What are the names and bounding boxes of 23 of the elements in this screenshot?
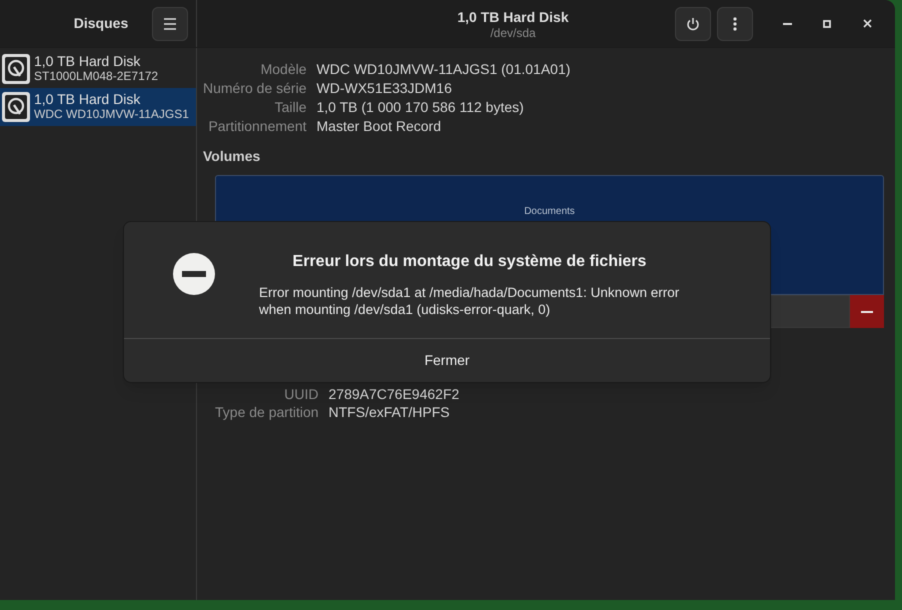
disk-name: 1,0 TB Hard Disk xyxy=(34,92,142,107)
property-value: Master Boot Record xyxy=(316,117,442,136)
disk-model: WDC WD10JMVW-11AJGS1 xyxy=(34,107,189,122)
property-value: NTFS/exFAT/HPFS xyxy=(328,403,451,421)
disk-name: 1,0 TB Hard Disk xyxy=(34,54,142,69)
dialog-message: Error mounting /dev/sda1 at /media/hada/Documents1: Unknown error when mounting /dev/sda1 (udisks-error-quark, 0) xyxy=(259,284,680,318)
property-value: 2789A7C76E9462F2 xyxy=(328,385,460,403)
property-value: 1,0 TB (1 000 170 586 112 bytes) xyxy=(316,98,525,117)
property-label: Taille xyxy=(274,98,306,117)
partition-label: Documents xyxy=(524,206,575,218)
disk-model: ST1000LM048-2E7172 xyxy=(34,69,158,84)
window-title: 1,0 TB Hard Disk xyxy=(457,8,569,26)
dialog-title: Erreur lors du montage du système de fichiers xyxy=(292,252,648,272)
property-value: WDC WD10JMVW-11AJGS1 (01.01A01) xyxy=(316,60,572,79)
property-label: Type de partition xyxy=(215,403,319,421)
property-value: WD-WX51E33JDM16 xyxy=(316,79,453,98)
property-label: Numéro de série xyxy=(203,79,306,98)
property-label: UUID xyxy=(283,385,319,403)
sidebar-title: Disques xyxy=(72,14,130,33)
property-label: Modèle xyxy=(260,60,306,79)
section-heading: Volumes xyxy=(203,147,262,166)
property-label: Partitionnement xyxy=(207,117,306,136)
window-subtitle: /dev/sda xyxy=(490,26,536,40)
